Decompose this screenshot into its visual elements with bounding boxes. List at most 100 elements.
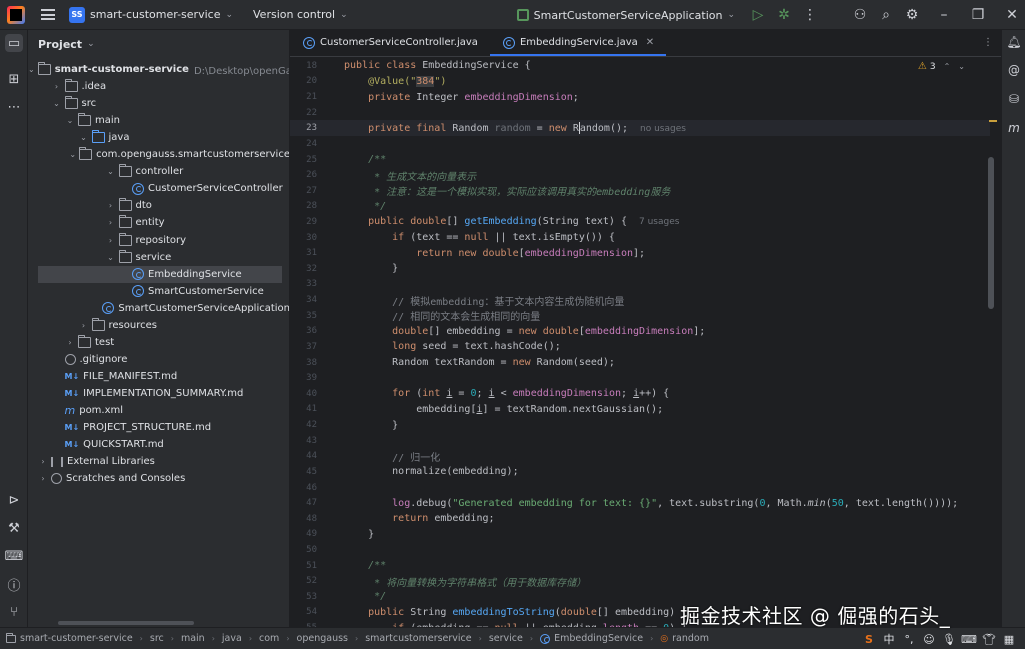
breadcrumb-item[interactable]: ◎ random <box>660 633 709 644</box>
code-line[interactable]: 33 <box>290 277 990 293</box>
search-icon[interactable]: ⌕ <box>873 2 899 28</box>
terminal-tool-icon[interactable]: ⌨ <box>5 547 24 565</box>
add-user-icon[interactable]: ⚇ <box>847 2 873 28</box>
chevron-right-icon[interactable]: › <box>38 457 48 466</box>
project-name[interactable]: smart-customer-service <box>90 8 220 21</box>
inlay-hint[interactable]: no usages <box>640 124 686 134</box>
code-line[interactable]: 50 <box>290 542 990 558</box>
project-panel-header[interactable]: Project ⌄ <box>28 30 289 58</box>
tree-item[interactable]: M↓ QUICKSTART.md <box>28 436 289 453</box>
tree-item[interactable]: ⌄ src <box>28 95 289 112</box>
code-line[interactable]: 52 * 将向量转换为字符串格式（用于数据库存储） <box>290 573 990 589</box>
code-line[interactable]: 29 public double[] getEmbedding(String t… <box>290 214 990 230</box>
tab-more-icon[interactable]: ⋮ <box>983 37 993 48</box>
code-line[interactable]: 47 log.debug("Generated embedding for te… <box>290 495 990 511</box>
tree-item[interactable]: CustomerServiceController <box>28 180 289 197</box>
chevron-down-icon[interactable]: ⌄ <box>106 167 116 176</box>
code-line[interactable]: 43 <box>290 433 990 449</box>
chevron-right-icon[interactable]: › <box>106 236 116 245</box>
chevron-right-icon[interactable]: › <box>52 82 62 91</box>
code-line[interactable]: 39 <box>290 370 990 386</box>
code-line[interactable]: 25 /** <box>290 152 990 168</box>
services-tool-icon[interactable]: ⊳ <box>5 491 23 509</box>
tree-item[interactable]: › repository <box>28 232 289 249</box>
code-editor[interactable]: 18 public class EmbeddingService {20 @Val… <box>290 58 1001 627</box>
chevron-right-icon[interactable]: › <box>106 201 116 210</box>
chevron-right-icon[interactable]: › <box>65 338 75 347</box>
code-line[interactable]: 28 */ <box>290 199 990 215</box>
breadcrumb-item[interactable]: java <box>222 633 242 644</box>
main-menu-icon[interactable] <box>41 9 55 20</box>
skin-icon[interactable]: 👕︎ <box>979 633 999 646</box>
tree-item[interactable]: › entity <box>28 214 289 231</box>
project-badge[interactable]: SS <box>69 6 85 23</box>
tree-item[interactable]: SmartCustomerService <box>28 283 289 300</box>
breadcrumb-item[interactable]: src <box>150 633 164 644</box>
breadcrumb-item[interactable]: opengauss <box>297 633 348 644</box>
restore-window-icon[interactable]: ❐ <box>965 2 991 28</box>
emoji-icon[interactable]: ☺ <box>919 633 939 646</box>
tree-item[interactable]: m pom.xml <box>28 402 289 419</box>
tree-item[interactable]: › External Libraries <box>28 453 289 470</box>
more-actions-icon[interactable]: ⋮ <box>797 2 823 28</box>
build-tool-icon[interactable]: ⚒ <box>5 519 23 537</box>
code-line[interactable]: 34 // 模拟embedding：基于文本内容生成伪随机向量 <box>290 292 990 308</box>
tree-item[interactable]: M↓ PROJECT_STRUCTURE.md <box>28 419 289 436</box>
code-line[interactable]: 31 return new double[embeddingDimension]… <box>290 245 990 261</box>
breadcrumb-item[interactable]: com <box>259 633 279 644</box>
code-line[interactable]: 49 } <box>290 527 990 543</box>
tree-item[interactable]: › test <box>28 334 289 351</box>
ai-assistant-icon[interactable]: @ <box>1006 62 1022 78</box>
settings-gear-icon[interactable]: ⚙ <box>899 2 925 28</box>
git-tool-icon[interactable]: ⑂ <box>5 603 23 621</box>
chevron-down-icon[interactable]: ⌄ <box>225 10 233 20</box>
tree-item[interactable]: ⌄ smart-customer-service D:\Desktop\openGa… <box>28 61 289 78</box>
code-line[interactable]: 38 Random textRandom = new Random(seed); <box>290 355 990 371</box>
horizontal-scrollbar[interactable] <box>58 621 194 625</box>
debug-icon[interactable]: ✲ <box>771 2 797 28</box>
tree-item[interactable]: ⌄ service <box>28 249 289 266</box>
ime-language-indicator[interactable]: 中 <box>879 631 899 647</box>
chevron-down-icon[interactable]: ⌄ <box>52 99 62 108</box>
maven-icon[interactable]: m <box>1006 120 1022 136</box>
tree-item[interactable]: ⌄ main <box>28 112 289 129</box>
run-icon[interactable]: ▷ <box>745 2 771 28</box>
chevron-down-icon[interactable]: ⌄ <box>958 62 965 71</box>
code-line[interactable]: 48 return embedding; <box>290 511 990 527</box>
breadcrumb-item[interactable]: main <box>181 633 205 644</box>
code-line[interactable]: 32 } <box>290 261 990 277</box>
code-line[interactable]: 20 @Value("384") <box>290 74 990 90</box>
code-line[interactable]: 44 // 归一化 <box>290 449 990 465</box>
structure-tool-icon[interactable]: ⊞ <box>5 70 23 88</box>
code-line[interactable]: 24 <box>290 136 990 152</box>
microphone-icon[interactable]: 🎙︎ <box>939 633 959 646</box>
breadcrumb-item[interactable]: smartcustomerservice <box>365 633 471 644</box>
chevron-down-icon[interactable]: ⌄ <box>87 39 95 49</box>
tab-embedding-service[interactable]: EmbeddingService.java ✕ <box>489 30 667 56</box>
code-line[interactable]: 27 * 注意：这是一个模拟实现，实际应该调用真实的embedding服务 <box>290 183 990 199</box>
chevron-down-icon[interactable]: ⌄ <box>106 253 116 262</box>
sogou-ime-icon[interactable]: S <box>859 633 879 646</box>
code-line[interactable]: 46 <box>290 480 990 496</box>
code-line[interactable]: 42 } <box>290 417 990 433</box>
chevron-down-icon[interactable]: ⌄ <box>69 150 76 159</box>
chevron-down-icon[interactable]: ⌄ <box>79 133 89 142</box>
tree-item[interactable]: › Scratches and Consoles <box>28 470 289 487</box>
chevron-right-icon[interactable]: › <box>38 474 48 483</box>
notifications-icon[interactable]: 🔔︎ <box>1006 34 1022 50</box>
tree-item[interactable]: › resources <box>28 317 289 334</box>
tree-item[interactable]: SmartCustomerServiceApplication <box>28 300 289 317</box>
chevron-down-icon[interactable]: ⌄ <box>28 65 35 74</box>
chevron-up-icon[interactable]: ⌃ <box>944 62 951 71</box>
inlay-hint[interactable]: 7 usages <box>639 217 679 227</box>
breadcrumb-item[interactable]: EmbeddingService <box>540 633 643 644</box>
tree-item[interactable]: M↓ IMPLEMENTATION_SUMMARY.md <box>28 385 289 402</box>
code-line[interactable]: 36 double[] embedding = new double[embed… <box>290 324 990 340</box>
tree-item[interactable]: ⌄ com.opengauss.smartcustomerservice <box>28 146 289 163</box>
tree-item[interactable]: ⌄ java <box>28 129 289 146</box>
keyboard-icon[interactable]: ⌨ <box>959 633 979 646</box>
tree-item[interactable]: EmbeddingService <box>38 265 282 283</box>
tree-item[interactable]: ⌄ controller <box>28 163 289 180</box>
tree-item[interactable]: M↓ FILE_MANIFEST.md <box>28 368 289 385</box>
breadcrumb-item[interactable]: service <box>489 633 523 644</box>
